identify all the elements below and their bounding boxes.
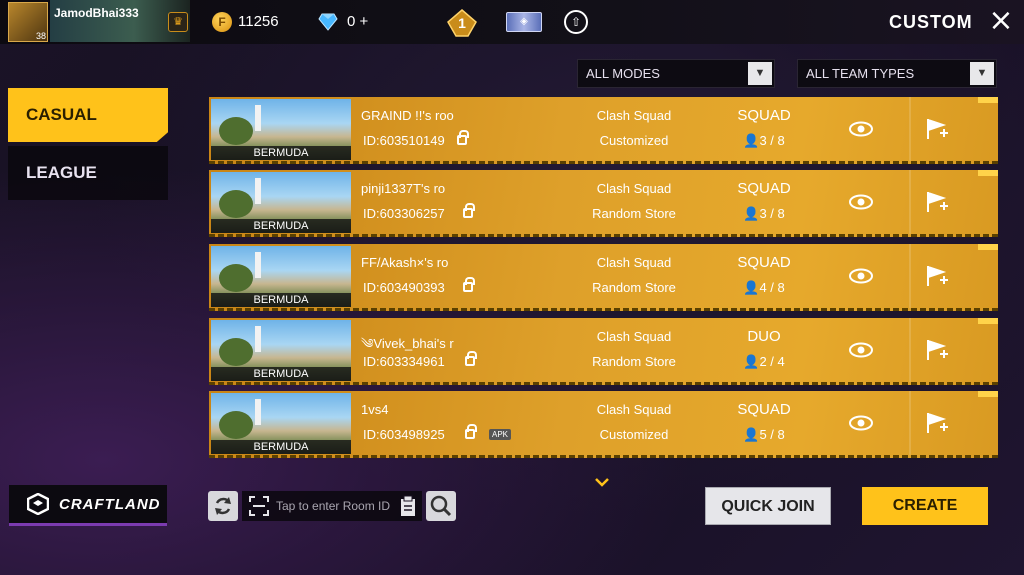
team-type: SQUAD — [737, 254, 791, 271]
player-name: JamodBhai333 — [54, 6, 139, 20]
lock-icon — [463, 203, 475, 218]
player-count-value: 3 / 8 — [759, 133, 785, 148]
room-id: ID:603306257 — [363, 206, 445, 221]
map-name: BERMUDA — [211, 440, 351, 454]
eye-icon[interactable] — [849, 342, 873, 358]
top-bar: 38 JamodBhai333 ♛ F 11256 0 + 1 ◈ ⇧ CUST… — [0, 0, 1024, 44]
player-count-value: 3 / 8 — [759, 206, 785, 221]
room-mode: Clash Squad — [596, 108, 672, 123]
avatar[interactable]: 38 — [8, 2, 48, 42]
lock-icon — [463, 277, 475, 292]
join-flag-icon[interactable] — [925, 338, 949, 362]
map-thumbnail: BERMUDA — [211, 99, 351, 160]
tab-casual[interactable]: CASUAL — [8, 88, 168, 142]
room-id-input[interactable] — [276, 493, 394, 519]
mode-filter-dropdown[interactable]: ALL MODES ▼ — [577, 59, 775, 88]
map-thumbnail: BERMUDA — [211, 393, 351, 454]
room-submode: Customized — [599, 427, 669, 442]
cloud-upload-icon[interactable]: ⇧ — [564, 10, 588, 34]
room-row[interactable]: BERMUDA GRAIND !!'s roo ID:603510149 Cla… — [209, 97, 998, 164]
eye-icon[interactable] — [849, 194, 873, 210]
chevron-down-icon[interactable]: ▼ — [748, 62, 772, 85]
join-flag-icon[interactable] — [925, 190, 949, 214]
lock-icon — [465, 351, 477, 366]
eye-icon[interactable] — [849, 415, 873, 431]
diamond-icon — [318, 13, 338, 31]
room-row[interactable]: BERMUDA 1vs4 ID:603498925 APK Clash Squa… — [209, 391, 998, 458]
eye-icon[interactable] — [849, 121, 873, 137]
page-title: CUSTOM — [889, 12, 973, 32]
room-row[interactable]: BERMUDA FF/Akash×'s ro ID:603490393 Clas… — [209, 244, 998, 311]
team-type: DUO — [747, 328, 781, 345]
room-name: FF/Akash×'s ro — [361, 255, 449, 270]
map-name: BERMUDA — [211, 219, 351, 233]
room-mode: Clash Squad — [596, 181, 672, 196]
room-name: pinji1337T's ro — [361, 181, 446, 196]
map-thumbnail: BERMUDA — [211, 320, 351, 381]
rank-emblem-icon[interactable]: 1 — [446, 8, 478, 38]
map-name: BERMUDA — [211, 293, 351, 307]
diamond-balance[interactable]: 0 + — [347, 13, 368, 30]
room-mode: Clash Squad — [596, 329, 672, 344]
room-name: 1vs4 — [361, 402, 389, 417]
chevron-down-icon[interactable] — [594, 477, 610, 487]
coin-balance: 11256 — [238, 13, 279, 30]
room-row[interactable]: BERMUDA pinji1337T's ro ID:603306257 Cla… — [209, 170, 998, 237]
map-name: BERMUDA — [211, 146, 351, 160]
coin-icon: F — [212, 12, 232, 32]
player-count-value: 4 / 8 — [759, 280, 785, 295]
refresh-icon[interactable] — [208, 491, 238, 521]
player-count: 👤3 / 8 — [743, 133, 785, 148]
membership-card-icon[interactable]: ◈ — [506, 12, 542, 32]
lock-icon — [465, 424, 477, 439]
rank-badge-icon[interactable]: ♛ — [168, 12, 188, 32]
join-flag-icon[interactable] — [925, 411, 949, 435]
player-count: 👤5 / 8 — [743, 427, 785, 442]
map-name: BERMUDA — [211, 367, 351, 381]
lock-icon — [457, 130, 469, 145]
room-id: ID:603510149 — [363, 133, 445, 148]
room-submode: Random Store — [592, 354, 676, 369]
chevron-down-icon[interactable]: ▼ — [970, 62, 994, 85]
join-flag-icon[interactable] — [925, 264, 949, 288]
map-thumbnail: BERMUDA — [211, 246, 351, 307]
team-type-filter-value: ALL TEAM TYPES — [806, 66, 915, 81]
room-id: ID:603490393 — [363, 280, 445, 295]
craftland-logo-icon — [27, 493, 49, 515]
scan-icon[interactable] — [248, 495, 270, 517]
map-thumbnail: BERMUDA — [211, 172, 351, 233]
quick-join-button[interactable]: QUICK JOIN — [705, 487, 831, 525]
player-count: 👤4 / 8 — [743, 280, 785, 295]
craftland-label: CRAFTLAND — [59, 495, 161, 513]
room-mode: Clash Squad — [596, 402, 672, 417]
room-submode: Customized — [599, 133, 669, 148]
team-type: SQUAD — [737, 180, 791, 197]
player-level: 38 — [35, 31, 46, 41]
room-submode: Random Store — [592, 280, 676, 295]
room-submode: Random Store — [592, 206, 676, 221]
mode-filter-value: ALL MODES — [586, 66, 660, 81]
join-flag-icon[interactable] — [925, 117, 949, 141]
tab-league[interactable]: LEAGUE — [8, 146, 168, 200]
create-button[interactable]: CREATE — [862, 487, 988, 525]
team-type: SQUAD — [737, 401, 791, 418]
close-icon[interactable]: × — [987, 6, 1015, 36]
paste-icon[interactable] — [398, 495, 418, 517]
player-count: 👤2 / 4 — [743, 354, 785, 369]
room-row[interactable]: BERMUDA ༄Vivek_bhai's r ID:603334961 Cla… — [209, 318, 998, 385]
player-count-value: 5 / 8 — [759, 427, 785, 442]
team-type: SQUAD — [737, 107, 791, 124]
room-name: GRAIND !!'s roo — [361, 108, 454, 123]
room-id: ID:603498925 — [363, 427, 445, 442]
team-type-filter-dropdown[interactable]: ALL TEAM TYPES ▼ — [797, 59, 997, 88]
room-id: ID:603334961 — [363, 354, 445, 369]
apk-badge: APK — [489, 429, 512, 440]
player-count-value: 2 / 4 — [759, 354, 785, 369]
player-count: 👤3 / 8 — [743, 206, 785, 221]
rank-number: 1 — [458, 15, 466, 31]
search-icon[interactable] — [426, 491, 456, 521]
room-mode: Clash Squad — [596, 255, 672, 270]
craftland-button[interactable]: CRAFTLAND — [9, 485, 167, 526]
eye-icon[interactable] — [849, 268, 873, 284]
